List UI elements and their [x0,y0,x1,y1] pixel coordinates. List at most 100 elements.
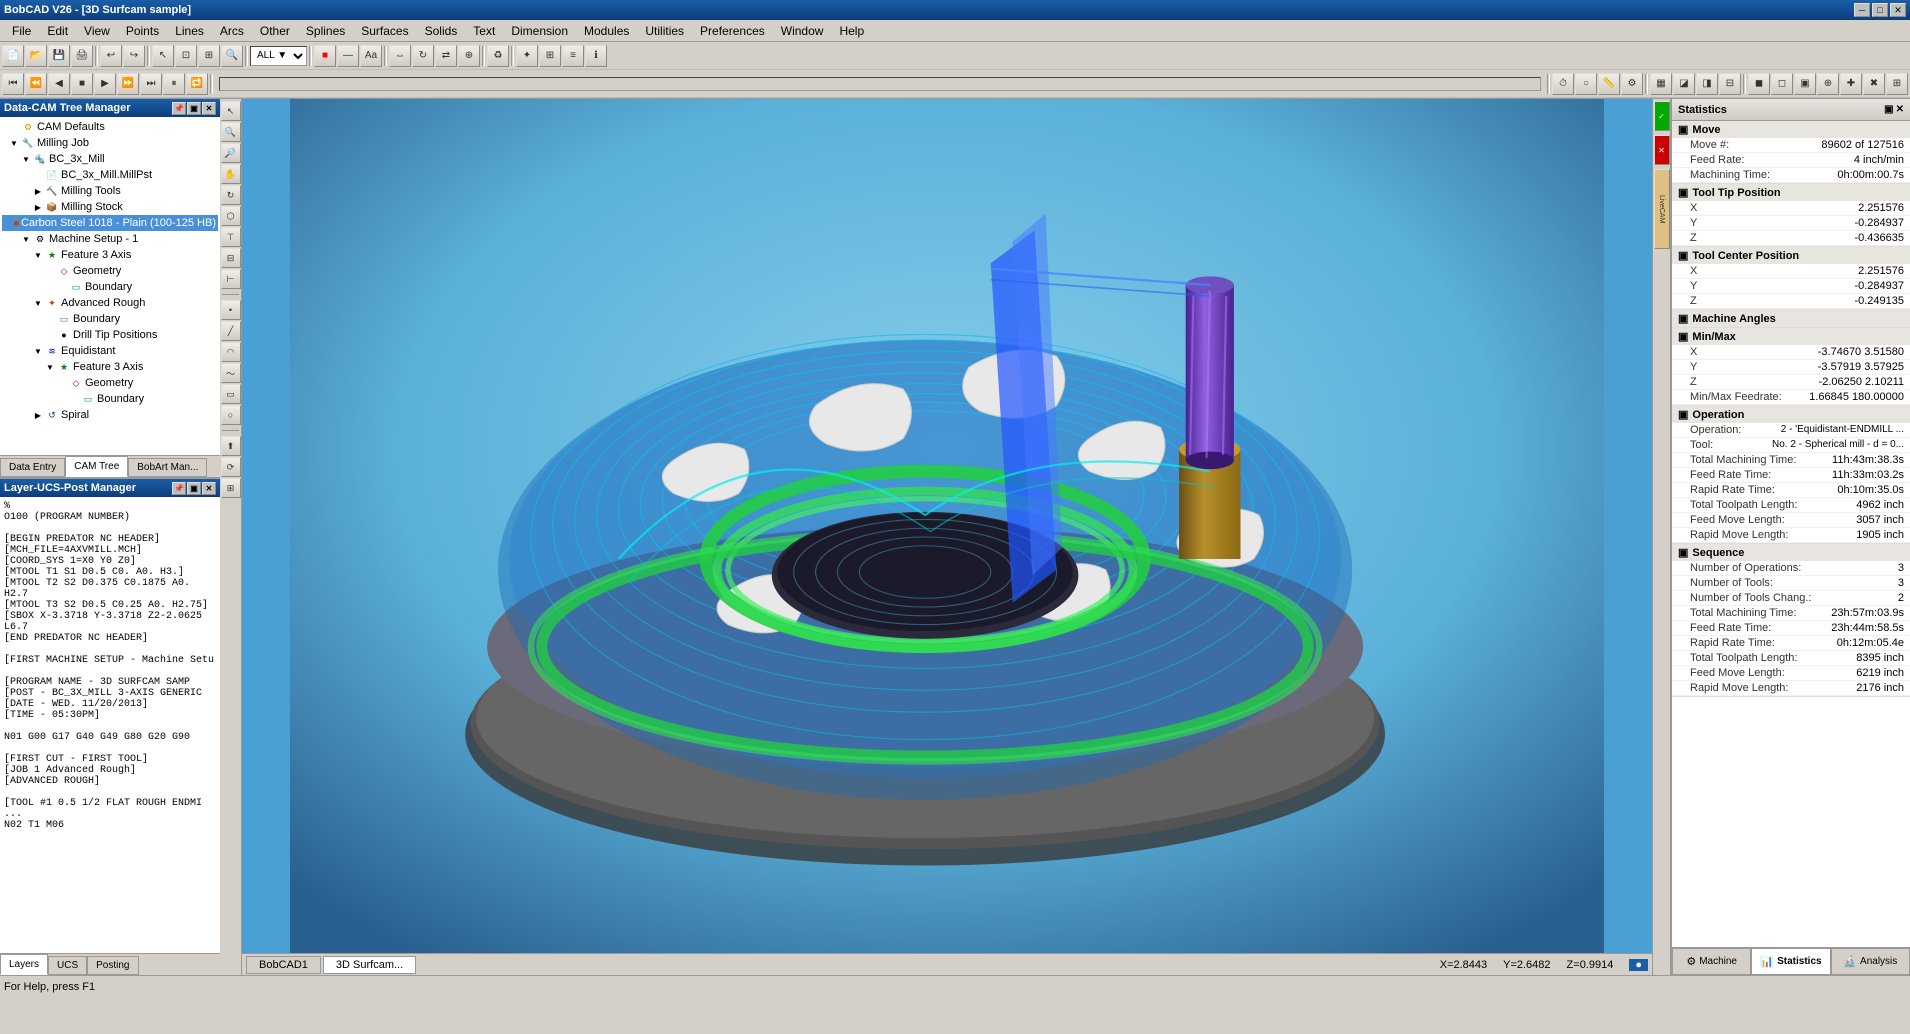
menu-solids[interactable]: Solids [417,22,466,40]
tb-line[interactable]: — [337,45,359,67]
tree-item-drill-tips[interactable]: ● Drill Tip Positions [2,327,218,343]
tb-settings2[interactable]: ⚙ [1621,73,1643,95]
vtb-zoom-out[interactable]: 🔎 [221,143,241,163]
close-button[interactable]: ✕ [1890,3,1906,17]
tb-tool5[interactable]: ✚ [1840,73,1862,95]
vtb-rotate[interactable]: ↻ [221,185,241,205]
menu-arcs[interactable]: Arcs [212,22,252,40]
tb-deselect[interactable]: ⊡ [175,45,197,67]
vp-tab-3dsurfcam[interactable]: 3D Surfcam... [323,956,416,974]
menu-modules[interactable]: Modules [576,22,637,40]
tree-item-boundary2[interactable]: ▭ Boundary [2,311,218,327]
tb-shade3[interactable]: ◨ [1696,73,1718,95]
tb-info[interactable]: ℹ [585,45,607,67]
vtb-point[interactable]: • [221,300,241,320]
vtb-revolve[interactable]: ⟳ [221,457,241,477]
tb-play-prev[interactable]: ⏪ [25,73,47,95]
tb-new[interactable]: 📄 [2,45,24,67]
cam-tree-pin[interactable]: 📌 [172,102,186,115]
stats-tab-machine[interactable]: ⚙ Machine [1672,948,1751,975]
tb-move[interactable]: ⇔ [389,45,411,67]
cam-tree-close[interactable]: ✕ [202,102,216,115]
tb-scale[interactable]: ⊕ [458,45,480,67]
vtb-select[interactable]: ↖ [221,101,241,121]
tree-item-bc3x-pst[interactable]: 📄 BC_3x_Mill.MillPst [2,167,218,183]
tb-shade2[interactable]: ◪ [1673,73,1695,95]
tb-wire[interactable]: ⊟ [1719,73,1741,95]
vtb-front[interactable]: ⊟ [221,248,241,268]
tb-tool1[interactable]: ◼ [1748,73,1770,95]
tree-item-geometry[interactable]: ◇ Geometry [2,263,218,279]
menu-surfaces[interactable]: Surfaces [353,22,416,40]
menu-edit[interactable]: Edit [39,22,76,40]
section-tool-center-header[interactable]: ▣ Tool Center Position [1672,247,1910,264]
vtb-iso[interactable]: ⬡ [221,206,241,226]
vtb-top[interactable]: ⊤ [221,227,241,247]
tb-save[interactable]: 💾 [48,45,70,67]
tb-tool4[interactable]: ⊕ [1817,73,1839,95]
vtb-rect[interactable]: ▭ [221,384,241,404]
tb-mirror[interactable]: ⇄ [435,45,457,67]
tb-play-back[interactable]: ◀ [48,73,70,95]
tree-item-boundary[interactable]: ▭ Boundary [2,279,218,295]
vtb-pan[interactable]: ✋ [221,164,241,184]
menu-preferences[interactable]: Preferences [692,22,773,40]
tree-item-carbon-steel[interactable]: ■ Carbon Steel 1018 - Plain (100-125 HB) [2,215,218,231]
menu-text[interactable]: Text [465,22,503,40]
rvb-livecam[interactable]: LiveCAM [1654,169,1670,249]
stats-tab-analysis[interactable]: 🔬 Analysis [1831,948,1910,975]
tree-item-geometry2[interactable]: ◇ Geometry [2,375,218,391]
tb-play-forward[interactable]: ▶ [94,73,116,95]
tb-font[interactable]: Aa [360,45,382,67]
menu-window[interactable]: Window [773,22,832,40]
tb-play-stop[interactable]: ■ [71,73,93,95]
vp-tab-bobcad1[interactable]: BobCAD1 [246,956,321,974]
menu-utilities[interactable]: Utilities [637,22,692,40]
tree-item-machine-setup[interactable]: ▼ ⚙ Machine Setup - 1 [2,231,218,247]
tb-measure[interactable]: 📏 [1598,73,1620,95]
tree-item-equidistant[interactable]: ▼ ≋ Equidistant [2,343,218,359]
vtb-line[interactable]: ╱ [221,321,241,341]
menu-view[interactable]: View [76,22,118,40]
vtb-zoom-in[interactable]: 🔍 [221,122,241,142]
tb-clock[interactable]: ⏱ [1552,73,1574,95]
tb-play-pause[interactable]: ⏸ [163,73,185,95]
tab-ucs[interactable]: UCS [48,956,87,975]
tb-select[interactable]: ↖ [152,45,174,67]
tb-shade1[interactable]: ▦ [1650,73,1672,95]
stats-float-btn[interactable]: ▣ [1884,104,1893,115]
tb-rotate[interactable]: ↻ [412,45,434,67]
tree-item-feature3ax2[interactable]: ▼ ★ Feature 3 Axis [2,359,218,375]
menu-lines[interactable]: Lines [167,22,212,40]
maximize-button[interactable]: □ [1872,3,1888,17]
tab-bobart-man[interactable]: BobArt Man... [128,458,207,477]
snap-dropdown[interactable]: ALL ▼ [250,46,307,66]
layer-ucs-close[interactable]: ✕ [202,482,216,495]
vtb-spline[interactable]: 〜 [221,363,241,383]
tb-tool7[interactable]: ⊞ [1886,73,1908,95]
section-angles-header[interactable]: ▣ Machine Angles [1672,310,1910,327]
section-seq-header[interactable]: ▣ Sequence [1672,544,1910,561]
tb-circle[interactable]: ○ [1575,73,1597,95]
section-minmax-header[interactable]: ▣ Min/Max [1672,328,1910,345]
cam-tree-float[interactable]: ▣ [187,102,201,115]
tab-posting[interactable]: Posting [87,956,138,975]
tb-zoom-window[interactable]: 🔍 [221,45,243,67]
tree-item-bc3x[interactable]: ▼ 🔩 BC_3x_Mill [2,151,218,167]
tb-undo[interactable]: ↩ [100,45,122,67]
tree-item-cam-defaults[interactable]: ⚙ CAM Defaults [2,119,218,135]
tree-item-feature3ax[interactable]: ▼ ★ Feature 3 Axis [2,247,218,263]
tb-refresh[interactable]: ♻ [487,45,509,67]
tb-layers[interactable]: ≡ [562,45,584,67]
tb-color[interactable]: ■ [314,45,336,67]
tab-data-entry[interactable]: Data Entry [0,458,65,477]
menu-splines[interactable]: Splines [298,22,353,40]
tb-tool6[interactable]: ✖ [1863,73,1885,95]
nc-code-area[interactable]: % O100 (PROGRAM NUMBER) [BEGIN PREDATOR … [0,497,220,953]
menu-other[interactable]: Other [252,22,298,40]
tab-layers[interactable]: Layers [0,954,48,975]
vtb-right[interactable]: ⊢ [221,269,241,289]
tree-item-spiral[interactable]: ▶ ↺ Spiral [2,407,218,423]
center-viewport[interactable]: BobCAD1 3D Surfcam... X=2.8443 Y=2.6482 … [242,99,1652,975]
tree-item-milling-job[interactable]: ▼ 🔧 Milling Job [2,135,218,151]
